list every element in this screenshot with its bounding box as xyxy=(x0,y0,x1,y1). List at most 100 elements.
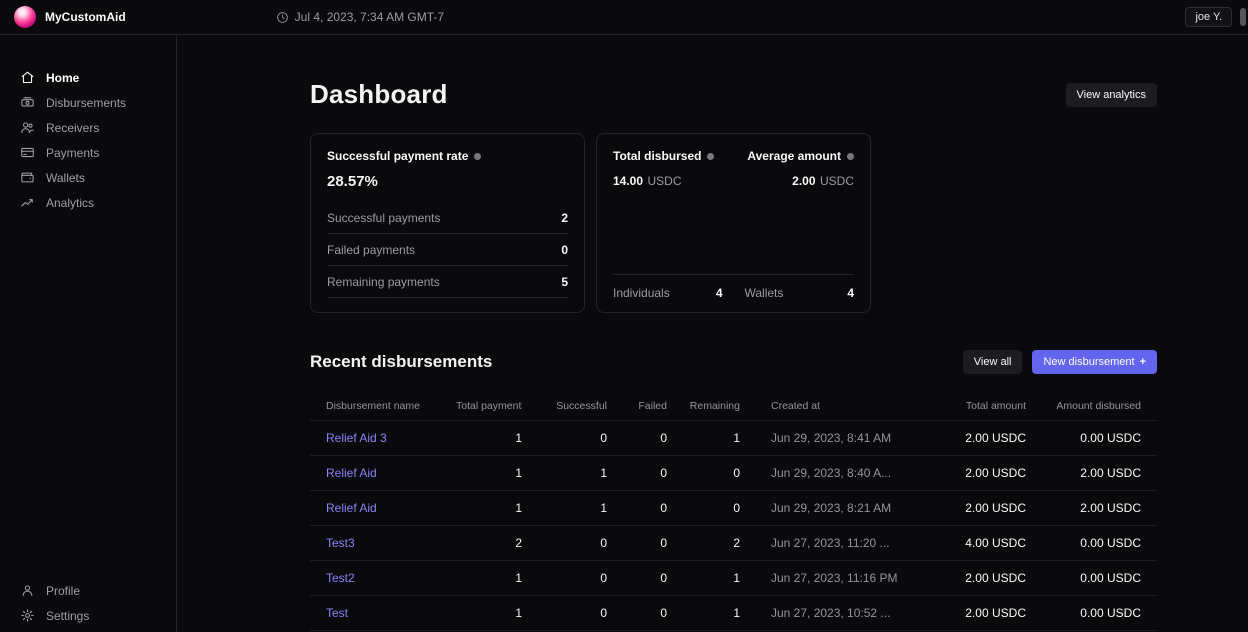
successful-cell: 1 xyxy=(522,466,607,480)
created-at-cell: Jun 29, 2023, 8:21 AM xyxy=(740,501,910,515)
table-row[interactable]: Relief Aid1100Jun 29, 2023, 8:21 AM2.00 … xyxy=(310,491,1157,526)
failed-cell: 0 xyxy=(607,466,667,480)
total-amount-cell: 2.00 USDC xyxy=(910,466,1026,480)
info-icon[interactable] xyxy=(847,153,854,160)
failed-cell: 0 xyxy=(607,571,667,585)
sidebar-item-label: Settings xyxy=(46,609,89,623)
settings-icon xyxy=(20,608,35,623)
stat-value: 2 xyxy=(561,211,568,225)
total-payments-cell: 1 xyxy=(456,606,522,620)
main-content: Dashboard View analytics Successful paym… xyxy=(177,35,1248,632)
created-at-cell: Jun 29, 2023, 8:40 A... xyxy=(740,466,910,480)
column-header: Created at xyxy=(740,400,910,412)
total-disbursed-value: 14.00 USDC xyxy=(613,172,682,190)
table-row[interactable]: Test1001Jun 27, 2023, 10:52 ...2.00 USDC… xyxy=(310,596,1157,631)
disbursement-name-cell: Relief Aid 3 xyxy=(326,431,456,445)
total-payments-cell: 1 xyxy=(456,466,522,480)
sidebar-item-payments[interactable]: Payments xyxy=(0,140,176,165)
stat-value: 0 xyxy=(561,243,568,257)
payment-rate-value: 28.57% xyxy=(327,173,568,190)
disbursement-link[interactable]: Relief Aid xyxy=(326,466,377,480)
new-disbursement-button[interactable]: New disbursement+ xyxy=(1032,350,1157,374)
table-row[interactable]: Relief Aid 31001Jun 29, 2023, 8:41 AM2.0… xyxy=(310,421,1157,456)
sidebar-item-label: Disbursements xyxy=(46,96,126,110)
user-menu-button[interactable]: joe Y. xyxy=(1185,7,1232,27)
remaining-cell: 2 xyxy=(667,536,740,550)
sidebar-item-label: Wallets xyxy=(46,171,85,185)
sidebar-item-receivers[interactable]: Receivers xyxy=(0,115,176,140)
scrollbar-thumb[interactable] xyxy=(1240,8,1246,26)
info-icon[interactable] xyxy=(707,153,714,160)
payments-icon xyxy=(20,145,35,160)
table-row[interactable]: Test32002Jun 27, 2023, 11:20 ...4.00 USD… xyxy=(310,526,1157,561)
sidebar: Home Disbursements ReceiversPayments Wallet… xyxy=(0,35,177,632)
created-at-cell: Jun 27, 2023, 11:20 ... xyxy=(740,536,910,550)
remaining-cell: 1 xyxy=(667,606,740,620)
created-at-cell: Jun 27, 2023, 10:52 ... xyxy=(740,606,910,620)
disbursement-name-cell: Test2 xyxy=(326,571,456,585)
sidebar-item-wallets[interactable]: Wallets xyxy=(0,165,176,190)
home-icon xyxy=(20,70,35,85)
page-title: Dashboard xyxy=(310,79,448,110)
view-analytics-button[interactable]: View analytics xyxy=(1066,83,1158,107)
successful-cell: 1 xyxy=(522,501,607,515)
total-amount-cell: 2.00 USDC xyxy=(910,606,1026,620)
stat-label: Successful payments xyxy=(327,211,440,225)
column-header: Failed xyxy=(607,400,667,412)
sidebar-item-disbursements[interactable]: Disbursements xyxy=(0,90,176,115)
wallets-stat: Wallets 4 xyxy=(745,286,855,300)
profile-icon xyxy=(20,583,35,598)
sidebar-item-settings[interactable]: Settings xyxy=(0,603,176,628)
sidebar-nav: Home Disbursements ReceiversPayments Wallet… xyxy=(0,65,176,215)
total-amount-cell: 4.00 USDC xyxy=(910,536,1026,550)
clock-icon xyxy=(276,11,289,24)
amount-disbursed-cell: 0.00 USDC xyxy=(1026,571,1141,585)
datetime-label: Jul 4, 2023, 7:34 AM GMT-7 xyxy=(295,10,444,24)
total-payments-cell: 1 xyxy=(456,571,522,585)
disbursement-name-cell: Test xyxy=(326,606,456,620)
sidebar-item-profile[interactable]: Profile xyxy=(0,578,176,603)
disbursement-link[interactable]: Relief Aid xyxy=(326,501,377,515)
wallets-icon xyxy=(20,170,35,185)
sidebar-item-label: Profile xyxy=(46,584,80,598)
stat-label: Failed payments xyxy=(327,243,415,257)
failed-cell: 0 xyxy=(607,606,667,620)
remaining-cell: 0 xyxy=(667,501,740,515)
sidebar-item-label: Home xyxy=(46,71,79,85)
remaining-cell: 1 xyxy=(667,571,740,585)
disbursement-link[interactable]: Relief Aid 3 xyxy=(326,431,387,445)
total-payments-cell: 1 xyxy=(456,431,522,445)
stat-value: 5 xyxy=(561,275,568,289)
amount-disbursed-cell: 0.00 USDC xyxy=(1026,606,1141,620)
successful-cell: 0 xyxy=(522,606,607,620)
disbursement-link[interactable]: Test3 xyxy=(326,536,355,550)
sidebar-item-home[interactable]: Home xyxy=(0,65,176,90)
total-disbursed-title: Total disbursed xyxy=(613,149,701,163)
stat-row: Successful payments 2 xyxy=(327,202,568,234)
view-all-button[interactable]: View all xyxy=(963,350,1023,374)
payment-rate-card: Successful payment rate 28.57% Successfu… xyxy=(310,133,585,313)
info-icon[interactable] xyxy=(474,153,481,160)
table-row[interactable]: Test21001Jun 27, 2023, 11:16 PM2.00 USDC… xyxy=(310,561,1157,596)
failed-cell: 0 xyxy=(607,536,667,550)
stat-row: Remaining payments5 xyxy=(327,266,568,298)
column-header: Successful xyxy=(522,400,607,412)
disbursement-link[interactable]: Test xyxy=(326,606,348,620)
column-header: Remaining xyxy=(667,400,740,412)
disbursement-name-cell: Relief Aid xyxy=(326,466,456,480)
disbursed-card: Total disbursed Average amount 14.00 USD… xyxy=(596,133,871,313)
app-logo[interactable] xyxy=(14,6,36,28)
sidebar-item-analytics[interactable]: Analytics xyxy=(0,190,176,215)
receivers-icon xyxy=(20,120,35,135)
disbursements-table: Disbursement nameTotal paymentsSuccessfu… xyxy=(310,391,1157,631)
remaining-cell: 0 xyxy=(667,466,740,480)
app-name: MyCustomAid xyxy=(45,10,126,24)
amount-disbursed-cell: 2.00 USDC xyxy=(1026,501,1141,515)
stat-row: Failed payments 0 xyxy=(327,234,568,266)
failed-cell: 0 xyxy=(607,501,667,515)
table-row[interactable]: Relief Aid1100Jun 29, 2023, 8:40 A...2.0… xyxy=(310,456,1157,491)
total-amount-cell: 2.00 USDC xyxy=(910,431,1026,445)
disbursement-link[interactable]: Test2 xyxy=(326,571,355,585)
payment-rate-title: Successful payment rate xyxy=(327,149,468,163)
average-amount-value: 2.00 USDC xyxy=(792,172,854,190)
